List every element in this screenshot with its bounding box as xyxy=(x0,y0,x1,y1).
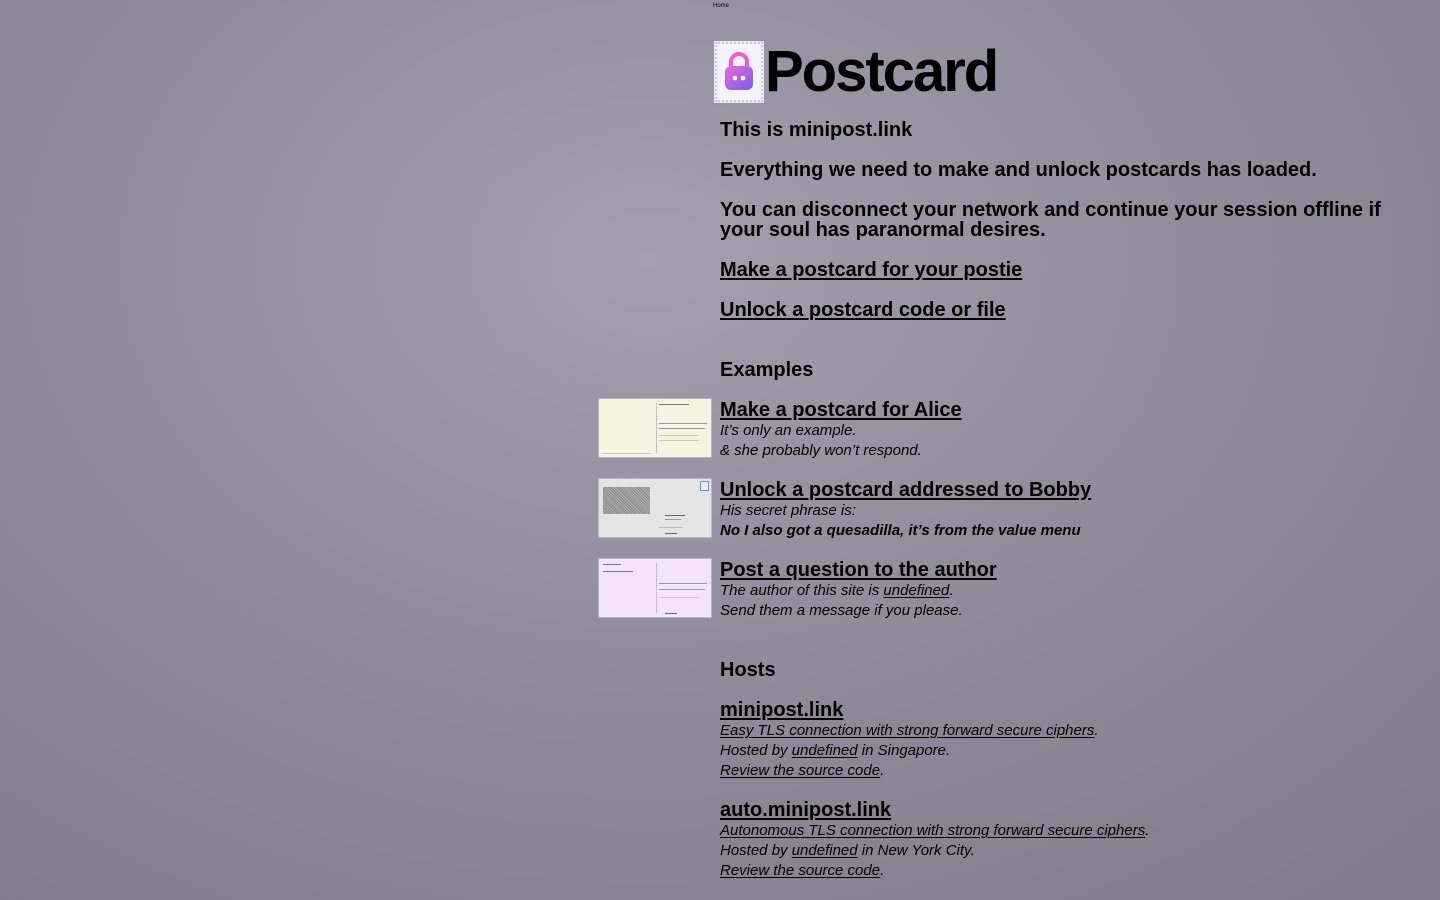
thumb-encrypted-noise xyxy=(603,487,650,514)
example-alice-link[interactable]: Make a postcard for Alice xyxy=(720,400,962,420)
thumb-line xyxy=(665,515,685,516)
example-alice-line2: & she probably won’t respond. xyxy=(720,442,922,459)
host-auto-hosted: Hosted by undefined in New York City. xyxy=(720,841,975,861)
thumb-line xyxy=(659,583,707,584)
hosted-location: in New York City. xyxy=(857,842,975,859)
author-link[interactable]: undefined xyxy=(883,582,949,599)
thumb-line xyxy=(659,440,699,441)
thumb-line xyxy=(665,519,681,520)
thumb-stamp-corner xyxy=(700,481,709,491)
host-minipost-link[interactable]: minipost.link xyxy=(720,700,843,720)
thumb-line xyxy=(603,453,651,454)
thumb-divider xyxy=(656,403,657,453)
host-minipost-source: Review the source code. xyxy=(720,762,885,779)
author-period: . xyxy=(949,582,954,599)
source-code-link[interactable]: Review the source code xyxy=(720,762,880,779)
header: Postcard xyxy=(714,39,999,104)
loaded-message: Everything we need to make and unlock po… xyxy=(720,159,1317,181)
thumb-line xyxy=(659,597,699,598)
secret-phrase: No I also got a quesadilla, it’s from th… xyxy=(720,522,1081,539)
thumb-divider xyxy=(656,563,657,613)
tls-link[interactable]: Autonomous TLS connection with strong fo… xyxy=(720,822,1145,839)
brand-title: Postcard xyxy=(765,39,999,104)
hosted-by-link[interactable]: undefined xyxy=(792,742,858,759)
make-postcard-link[interactable]: Make a postcard for your postie xyxy=(720,260,1022,280)
hosts-heading: Hosts xyxy=(720,659,776,681)
hosted-by-text: Hosted by xyxy=(720,842,792,859)
thumb-line xyxy=(659,404,689,405)
host-auto-minipost-link[interactable]: auto.minipost.link xyxy=(720,800,891,820)
host-auto-tls: Autonomous TLS connection with strong fo… xyxy=(720,822,1150,839)
example-author-link[interactable]: Post a question to the author xyxy=(720,560,997,580)
alice-postcard-thumbnail[interactable] xyxy=(598,398,712,458)
thumb-line xyxy=(659,428,705,429)
author-text: The author of this site is xyxy=(720,582,884,599)
thumb-line xyxy=(665,613,677,614)
thumb-line xyxy=(603,571,633,572)
unlock-postcard-link[interactable]: Unlock a postcard code or file xyxy=(720,300,1006,320)
thumb-line xyxy=(659,527,683,528)
tls-link[interactable]: Easy TLS connection with strong forward … xyxy=(720,722,1094,739)
example-author-line1: The author of this site is undefined. xyxy=(720,581,954,601)
thumb-line xyxy=(659,589,705,590)
host-auto-source: Review the source code. xyxy=(720,862,885,879)
example-alice-line1: It’s only an example. xyxy=(720,422,857,439)
example-author-line2: Send them a message if you please. xyxy=(720,602,963,619)
thumb-line xyxy=(659,423,707,424)
host-minipost-hosted: Hosted by undefined in Singapore. xyxy=(720,741,950,761)
author-postcard-thumbnail[interactable] xyxy=(598,558,712,618)
hosted-by-text: Hosted by xyxy=(720,742,792,759)
thumb-line xyxy=(665,533,677,534)
thumb-line xyxy=(659,435,699,436)
padlock-stamp-icon xyxy=(714,41,764,103)
example-bobby-secret: No I also got a quesadilla, it’s from th… xyxy=(720,521,1081,541)
bobby-postcard-thumbnail[interactable] xyxy=(598,478,712,538)
examples-heading: Examples xyxy=(720,359,814,381)
home-link[interactable]: Home xyxy=(713,3,729,9)
example-bobby-link[interactable]: Unlock a postcard addressed to Bobby xyxy=(720,480,1091,500)
thumb-line xyxy=(603,564,621,565)
hosted-location: in Singapore. xyxy=(857,742,951,759)
hosted-by-link[interactable]: undefined xyxy=(792,842,858,859)
source-code-link[interactable]: Review the source code xyxy=(720,862,880,879)
host-minipost-tls: Easy TLS connection with strong forward … xyxy=(720,722,1099,739)
offline-message: You can disconnect your network and cont… xyxy=(720,199,1381,241)
site-intro: This is minipost.link xyxy=(720,119,913,141)
example-bobby-line1: His secret phrase is: xyxy=(720,502,856,519)
